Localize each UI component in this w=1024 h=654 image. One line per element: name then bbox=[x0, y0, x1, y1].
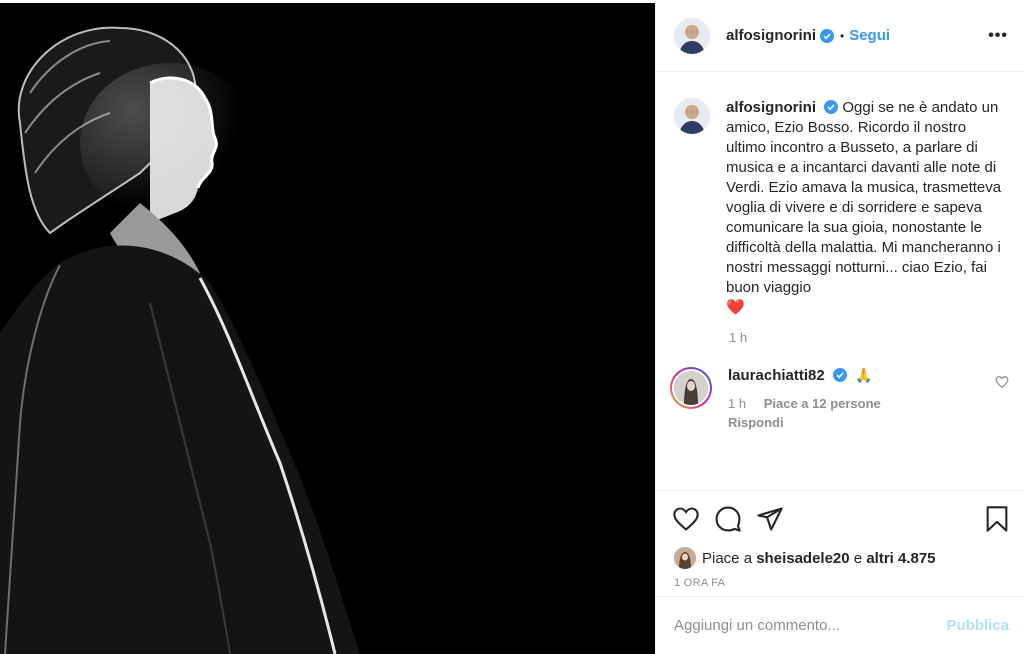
reply-timestamp[interactable]: 1 h bbox=[728, 396, 746, 411]
share-paper-plane-icon[interactable] bbox=[756, 505, 784, 533]
avatar-photo bbox=[674, 371, 708, 405]
reply-comment: laurachiatti82 🙏 1 h Piace a 12 persone … bbox=[656, 345, 1024, 430]
likes-prefix: Piace a bbox=[702, 549, 753, 567]
action-icons-row bbox=[656, 491, 1024, 547]
add-comment-form: Pubblica bbox=[656, 596, 1024, 654]
follow-button[interactable]: Segui bbox=[849, 27, 890, 44]
reply-username[interactable]: laurachiatti82 bbox=[728, 367, 825, 384]
separator-dot: • bbox=[840, 28, 845, 43]
reply-body: laurachiatti82 🙏 1 h Piace a 12 persone … bbox=[728, 367, 995, 430]
post-actions: Piace a sheisadele20 e altri 4.875 1 ORA… bbox=[656, 490, 1024, 596]
praying-hands-emoji: 🙏 bbox=[855, 367, 873, 383]
comments-section[interactable]: alfosignorini Oggi se ne è andato un ami… bbox=[656, 73, 1024, 490]
reply-likes-link[interactable]: Piace a 12 persone bbox=[764, 396, 881, 411]
post-sidebar: alfosignorini • Segui ••• alfosignorini bbox=[655, 0, 1024, 654]
likes-summary: Piace a sheisadele20 e altri 4.875 bbox=[656, 547, 1024, 569]
like-comment-heart-icon[interactable] bbox=[995, 375, 1009, 389]
post-header: alfosignorini • Segui ••• bbox=[656, 0, 1024, 72]
caption-text: Oggi se ne è andato un amico, Ezio Bosso… bbox=[726, 99, 1002, 296]
author-username[interactable]: alfosignorini bbox=[726, 27, 816, 44]
reply-button[interactable]: Rispondi bbox=[728, 415, 995, 430]
comment-bubble-icon[interactable] bbox=[714, 505, 742, 533]
more-options-icon[interactable]: ••• bbox=[988, 27, 1008, 45]
avatar-image bbox=[672, 369, 710, 407]
like-heart-icon[interactable] bbox=[672, 505, 700, 533]
reply-meta: 1 h Piace a 12 persone bbox=[728, 396, 995, 411]
avatar-image bbox=[674, 98, 710, 134]
caption-comment: alfosignorini Oggi se ne è andato un ami… bbox=[656, 73, 1024, 318]
publish-button[interactable]: Pubblica bbox=[946, 617, 1009, 634]
avatar-photo bbox=[674, 547, 696, 569]
caption-text-block: alfosignorini Oggi se ne è andato un ami… bbox=[726, 98, 1009, 318]
caption-username[interactable]: alfosignorini bbox=[726, 99, 816, 116]
red-heart-emoji: ❤️ bbox=[726, 299, 745, 316]
concert-photo-image bbox=[0, 3, 655, 654]
verified-badge-icon bbox=[832, 368, 847, 382]
reply-author-avatar[interactable] bbox=[670, 367, 712, 409]
avatar-image bbox=[674, 17, 710, 54]
caption-timestamp[interactable]: 1 h bbox=[729, 330, 1024, 345]
likes-others-link[interactable]: altri 4.875 bbox=[866, 550, 935, 567]
save-bookmark-icon[interactable] bbox=[983, 505, 1011, 533]
reply-line: laurachiatti82 🙏 bbox=[728, 367, 995, 384]
post-photo[interactable] bbox=[0, 0, 655, 654]
caption-author-avatar[interactable] bbox=[674, 98, 710, 134]
liker-username[interactable]: sheisadele20 bbox=[756, 550, 849, 567]
likes-connector: e bbox=[853, 549, 863, 567]
liker-avatar[interactable] bbox=[674, 547, 696, 569]
verified-badge-icon bbox=[820, 28, 834, 43]
verified-badge-icon bbox=[824, 100, 839, 114]
comment-input[interactable] bbox=[674, 617, 947, 634]
author-avatar[interactable] bbox=[674, 17, 710, 54]
post-timestamp[interactable]: 1 ORA FA bbox=[656, 569, 1024, 589]
